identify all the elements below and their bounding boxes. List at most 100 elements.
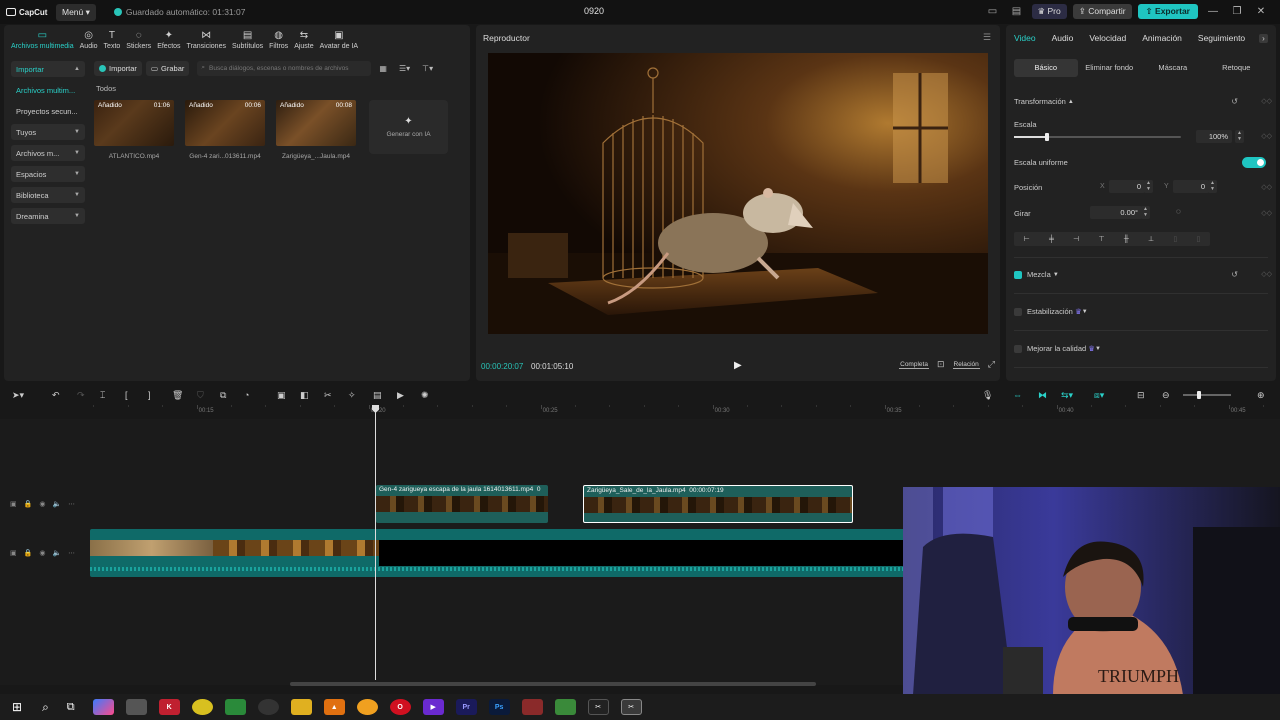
distribute-v-icon[interactable]: ▯ (1196, 235, 1200, 243)
side-nav-item[interactable]: Archivos multim... (11, 82, 85, 98)
timeline-scrollbar[interactable] (290, 682, 816, 686)
redo-icon[interactable]: ↷ (77, 390, 85, 401)
properties-tab[interactable]: Seguimiento (1196, 33, 1253, 43)
keyframe-position-icon[interactable]: ◇◇ (1261, 183, 1272, 191)
close-icon[interactable]: ✕ (1252, 6, 1270, 17)
media-search-input[interactable]: ⌕ Busca diálogos, escenas o nombres de ar… (197, 60, 372, 76)
aspect-ratio-button[interactable]: Relación (952, 361, 980, 369)
side-nav-item[interactable]: Tuyos ▼ (11, 124, 85, 140)
split-icon[interactable]: ⌶ (100, 390, 105, 401)
media-tab[interactable]: T Texto (101, 25, 124, 53)
crop-icon[interactable]: ⧉ (220, 390, 226, 401)
blend-checkbox[interactable] (1014, 270, 1022, 279)
ai-edit-icon[interactable]: ✧ (348, 390, 356, 401)
media-tab[interactable]: ▤ Subtítulos (229, 25, 266, 53)
properties-tab[interactable]: Animación (1140, 33, 1190, 43)
filter-icon[interactable]: ⊤▾ (418, 64, 437, 73)
rotate-dial-icon[interactable]: ◌ (1176, 207, 1181, 216)
stack-app-icon[interactable] (554, 699, 576, 715)
cover-icon[interactable]: ▣ (10, 500, 17, 508)
enhance-icon[interactable]: ✺ (421, 390, 429, 401)
image-app-icon[interactable] (521, 699, 543, 715)
keyframe-blend-icon[interactable]: ◇◇ (1261, 270, 1272, 278)
play-icon[interactable]: ▶ (734, 360, 742, 371)
subtitle-track-icon[interactable]: ⊟ (1137, 390, 1145, 401)
search-icon[interactable]: ⌕ (42, 700, 49, 715)
mute-icon[interactable]: 🔈 (52, 549, 61, 557)
properties-subtab[interactable]: Retoque (1205, 59, 1269, 77)
align-right-icon[interactable]: ⊣ (1073, 235, 1079, 243)
visibility-icon[interactable]: ◉ (39, 500, 45, 508)
pos-x-input[interactable]: 0 (1109, 180, 1145, 193)
snap-icon[interactable]: ⧓ (1038, 390, 1047, 401)
zoom-fit-icon[interactable]: ⊡ (937, 359, 945, 370)
properties-tab[interactable]: Video (1012, 33, 1044, 43)
more-icon[interactable]: ⋯ (68, 500, 75, 508)
media-tab[interactable]: ◌ Stickers (123, 25, 154, 53)
mute-icon[interactable]: 🔈 (52, 500, 61, 508)
fullscreen-icon[interactable]: ⤢ (988, 359, 995, 370)
obs-icon[interactable] (257, 699, 279, 715)
cutout-icon[interactable]: ✂ (324, 390, 332, 401)
capcut-active-icon[interactable]: ✂ (620, 699, 642, 715)
zoom-slider-knob[interactable] (1197, 391, 1201, 399)
align-center-v-icon[interactable]: ╫ (1124, 236, 1129, 243)
import-button[interactable]: Importar (94, 60, 142, 76)
pro-button[interactable]: ♛ Pro (1031, 4, 1067, 19)
zoom-slider[interactable] (1183, 391, 1231, 399)
main-track-clip[interactable] (90, 529, 905, 577)
bluestacks-icon[interactable] (224, 699, 246, 715)
export-button[interactable]: ⇧ Exportar (1137, 4, 1198, 19)
quality-checkbox[interactable] (1014, 344, 1022, 353)
project-title[interactable]: 0920 (584, 6, 604, 16)
mark-icon[interactable]: ⛉ (197, 390, 204, 401)
lock-icon[interactable]: 🔒 (24, 549, 33, 557)
caption-icon[interactable]: ▤ (373, 390, 382, 401)
overlay-clip-1[interactable]: Gen-4 zarigueya escapa de la jaula 16140… (376, 485, 548, 523)
align-center-h-icon[interactable]: ╪ (1049, 236, 1054, 243)
keyframe-rotate-icon[interactable]: ◇◇ (1261, 209, 1272, 217)
freeze-icon[interactable]: ▣ (277, 390, 286, 401)
view-grid-icon[interactable]: ▦ (375, 64, 391, 73)
task-view-icon[interactable]: ⧉ (67, 701, 75, 714)
media-item[interactable]: Añadido 01:06 ATLANTICO.mp4 (94, 100, 174, 160)
more-tabs-icon[interactable]: › (1259, 33, 1268, 43)
media-thumbnail[interactable]: Añadido 01:06 (94, 100, 174, 146)
stabilize-checkbox[interactable] (1014, 307, 1022, 316)
timeline-ruler[interactable]: 00:15 00:20 00:25 00:30 00:35 00:40 00:45 (90, 405, 1280, 419)
side-nav-item[interactable]: Proyectos secun... (11, 103, 85, 119)
properties-subtab[interactable]: Básico (1014, 59, 1078, 77)
rotate-stepper[interactable]: ▲ ▼ (1141, 206, 1150, 219)
blend-row[interactable]: Mezcla ▼ (1014, 270, 1268, 279)
media-tab[interactable]: ▣ Avatar de IA (317, 25, 361, 53)
pos-x-stepper[interactable]: ▲ ▼ (1144, 180, 1153, 193)
media-tab[interactable]: ⇆ Ajuste (291, 25, 316, 53)
explorer-icon[interactable] (290, 699, 312, 715)
media-tab[interactable]: ⋈ Transiciones (184, 25, 229, 53)
premiere-icon[interactable]: Pr (455, 699, 477, 715)
mirror-icon[interactable]: ◧ (300, 390, 309, 401)
playhead[interactable] (375, 405, 376, 680)
stabilize-row[interactable]: Estabilización ♛ ▼ (1014, 307, 1268, 316)
rotate-input[interactable]: 0.00° (1090, 206, 1142, 219)
align-left-icon[interactable]: ⊢ (1024, 235, 1030, 243)
side-nav-item[interactable]: Biblioteca ▼ (11, 187, 85, 203)
more-icon[interactable]: ⋯ (68, 549, 75, 557)
zoom-out-icon[interactable]: ⊖ (1162, 390, 1170, 401)
pos-y-stepper[interactable]: ▲ ▼ (1208, 180, 1217, 193)
reset-transform-icon[interactable]: ↺ (1231, 97, 1238, 106)
full-quality-button[interactable]: Completa (899, 361, 929, 369)
menu-button[interactable]: Menú ▾ (56, 3, 96, 21)
side-nav-item[interactable]: Espacios ▼ (11, 166, 85, 182)
select-tool-icon[interactable]: ➤▾ (12, 390, 24, 401)
quality-row[interactable]: Mejorar la calidad ♛ ▼ (1014, 344, 1268, 353)
keyframe-scale-icon[interactable]: ◇◇ (1261, 132, 1272, 140)
media-tab[interactable]: ▭ Archivos multimedia (8, 25, 77, 53)
pos-y-input[interactable]: 0 (1173, 180, 1209, 193)
record-button[interactable]: ▭ Grabar (145, 60, 190, 76)
share-button[interactable]: ⇪ Compartir (1072, 4, 1132, 19)
microphone-icon[interactable]: 🎙 (982, 390, 993, 401)
split-left-icon[interactable]: [ (125, 390, 128, 400)
media-thumbnail[interactable]: Añadido 00:08 (276, 100, 356, 146)
video-app-icon[interactable]: ▶ (422, 699, 444, 715)
